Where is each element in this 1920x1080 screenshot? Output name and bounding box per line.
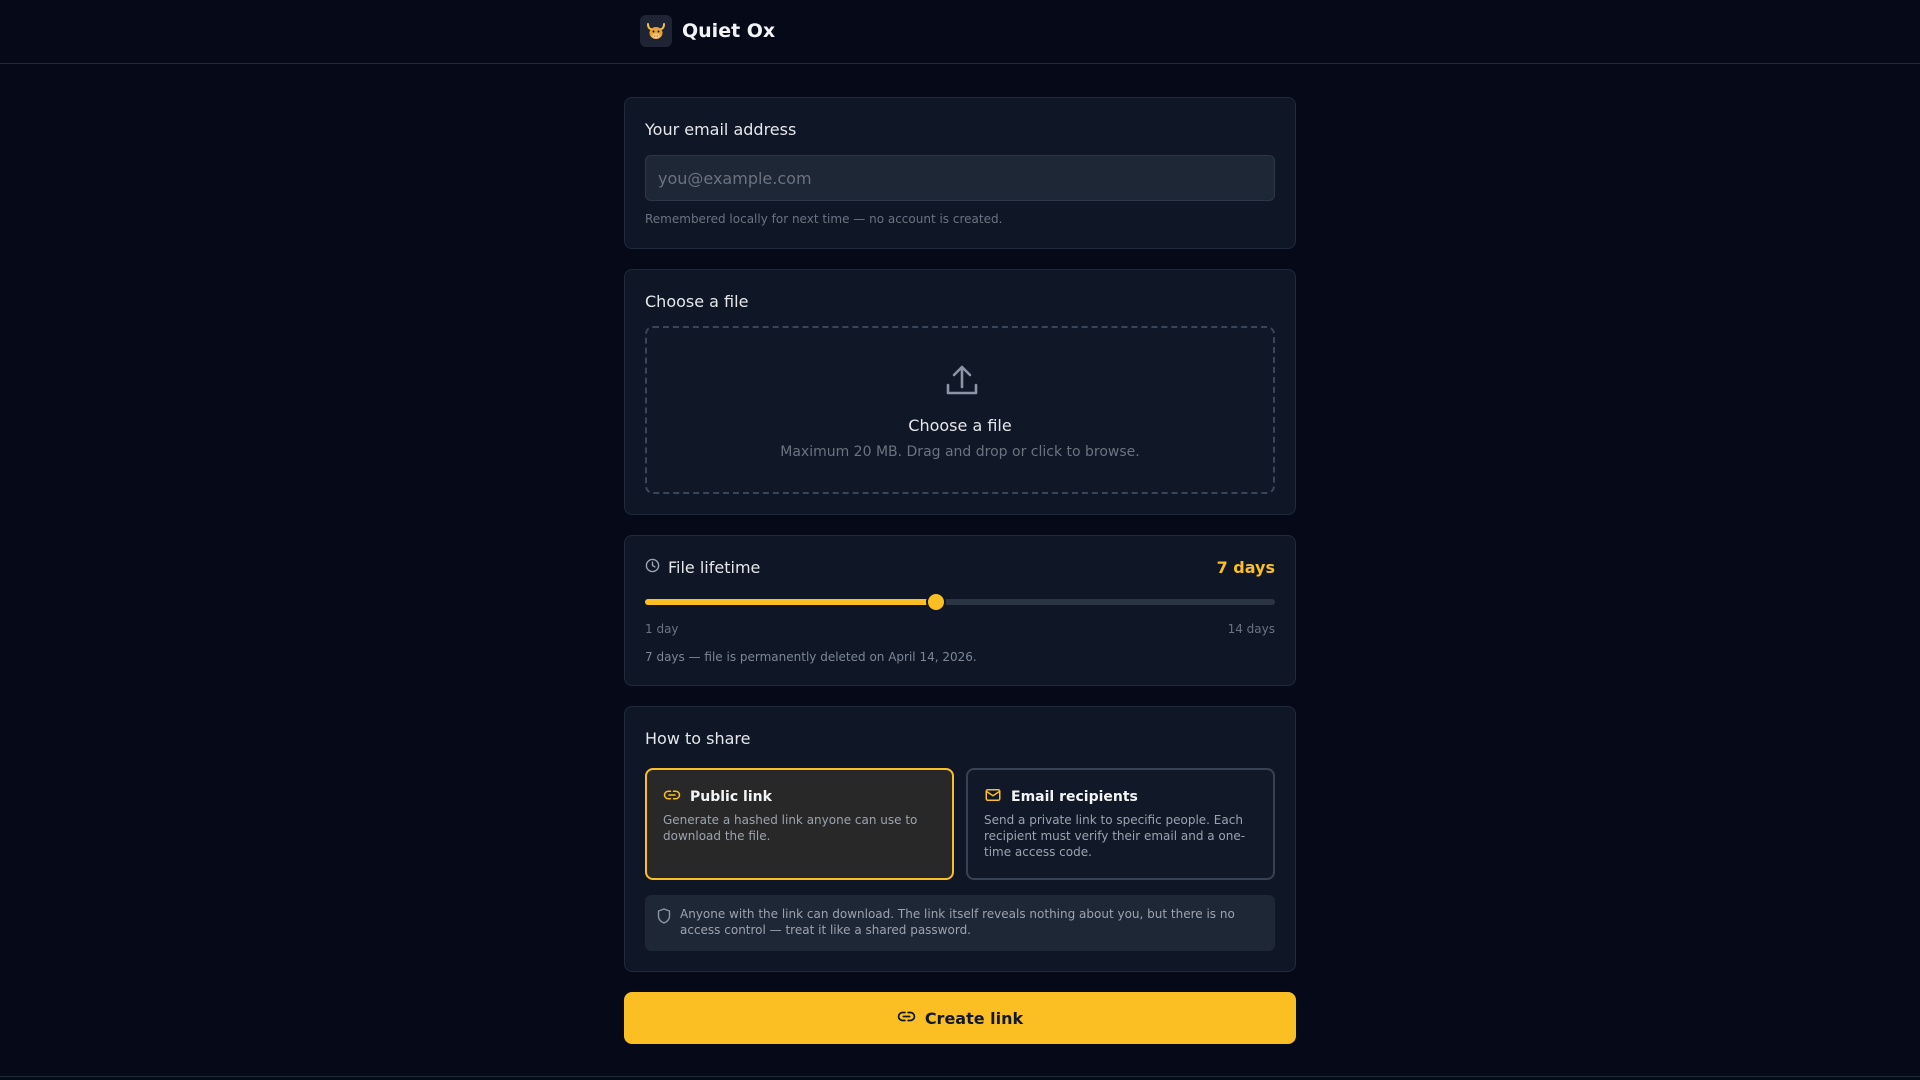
mail-icon (984, 786, 1002, 808)
link-icon (663, 786, 681, 808)
upload-icon (944, 362, 980, 402)
email-card: Your email address Remembered locally fo… (624, 97, 1296, 249)
dropzone-subtitle: Maximum 20 MB. Drag and drop or click to… (780, 444, 1140, 460)
lifetime-card: File lifetime 7 days 1 day 14 days 7 day… (624, 535, 1296, 686)
range-min-label: 1 day (645, 622, 679, 636)
file-dropzone[interactable]: Choose a file Maximum 20 MB. Drag and dr… (645, 326, 1275, 494)
public-link-option[interactable]: Public link Generate a hashed link anyon… (645, 768, 954, 880)
email-recipients-option-header: Email recipients (984, 786, 1138, 808)
file-section-title: Choose a file (645, 292, 749, 311)
public-link-option-header: Public link (663, 786, 772, 808)
top-bar: Quiet Ox (0, 0, 1920, 64)
public-link-option-title: Public link (690, 789, 772, 805)
slider-fill (645, 599, 936, 605)
create-link-button[interactable]: Create link (624, 992, 1296, 1044)
slider-thumb[interactable] (927, 594, 944, 610)
lifetime-slider[interactable] (645, 594, 1275, 610)
email-help-text: Remembered locally for next time — no ac… (645, 212, 1003, 226)
create-link-button-label: Create link (924, 1008, 1024, 1028)
clock-icon (645, 558, 660, 577)
dropzone-title: Choose a file (908, 416, 1012, 435)
share-section-title: How to share (645, 729, 751, 748)
lifetime-value: 7 days (1216, 558, 1275, 577)
public-link-option-description: Generate a hashed link anyone can use to… (663, 813, 918, 843)
share-card: How to share Public link Generate a hash… (624, 706, 1296, 972)
lifetime-header: File lifetime (645, 558, 760, 577)
share-note-text: Anyone with the link can download. The l… (680, 907, 1235, 937)
brand-name: Quiet Ox (682, 20, 776, 42)
email-recipients-option-description: Send a private link to specific people. … (984, 813, 1246, 859)
lifetime-section-title: File lifetime (668, 558, 761, 577)
file-card: Choose a file Choose a file Maximum 20 M… (624, 269, 1296, 515)
email-input[interactable] (645, 155, 1275, 201)
footer-divider (0, 1076, 1920, 1077)
lifetime-note: 7 days — file is permanently deleted on … (645, 650, 977, 664)
email-section-title: Your email address (645, 120, 797, 139)
shield-icon (657, 908, 671, 928)
email-recipients-option-title: Email recipients (1011, 789, 1138, 805)
link-icon (897, 1007, 916, 1030)
ox-face-icon (640, 15, 672, 47)
brand[interactable]: Quiet Ox (640, 15, 775, 47)
email-recipients-option[interactable]: Email recipients Send a private link to … (966, 768, 1275, 880)
range-max-label: 14 days (1227, 622, 1275, 636)
share-note: Anyone with the link can download. The l… (645, 895, 1275, 951)
